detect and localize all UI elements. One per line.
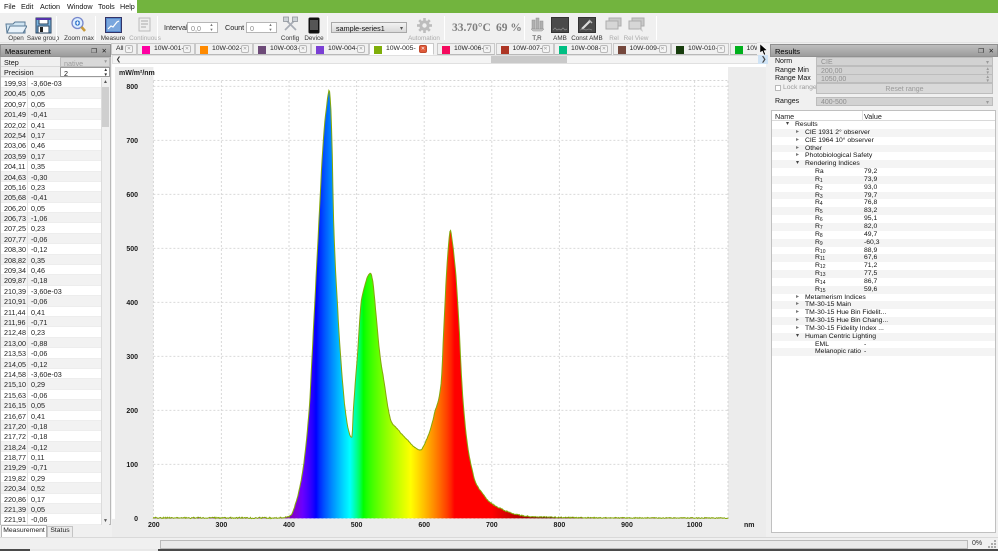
svg-text:200: 200 — [126, 408, 138, 415]
svg-text:300: 300 — [216, 522, 228, 529]
svg-text:500: 500 — [126, 246, 138, 253]
svg-text:700: 700 — [126, 138, 138, 145]
svg-text:600: 600 — [126, 192, 138, 199]
svg-text:800: 800 — [126, 84, 138, 91]
svg-text:nm: nm — [744, 522, 755, 529]
svg-text:900: 900 — [621, 522, 633, 529]
svg-text:800: 800 — [554, 522, 566, 529]
svg-text:700: 700 — [486, 522, 498, 529]
svg-text:300: 300 — [126, 354, 138, 361]
svg-text:0: 0 — [134, 516, 138, 523]
svg-text:400: 400 — [126, 300, 138, 307]
svg-text:500: 500 — [351, 522, 363, 529]
svg-text:mW/m²/nm: mW/m²/nm — [119, 70, 155, 77]
svg-text:1000: 1000 — [687, 522, 703, 529]
svg-text:200: 200 — [148, 522, 160, 529]
svg-text:100: 100 — [126, 462, 138, 469]
svg-text:600: 600 — [418, 522, 430, 529]
svg-text:400: 400 — [283, 522, 295, 529]
